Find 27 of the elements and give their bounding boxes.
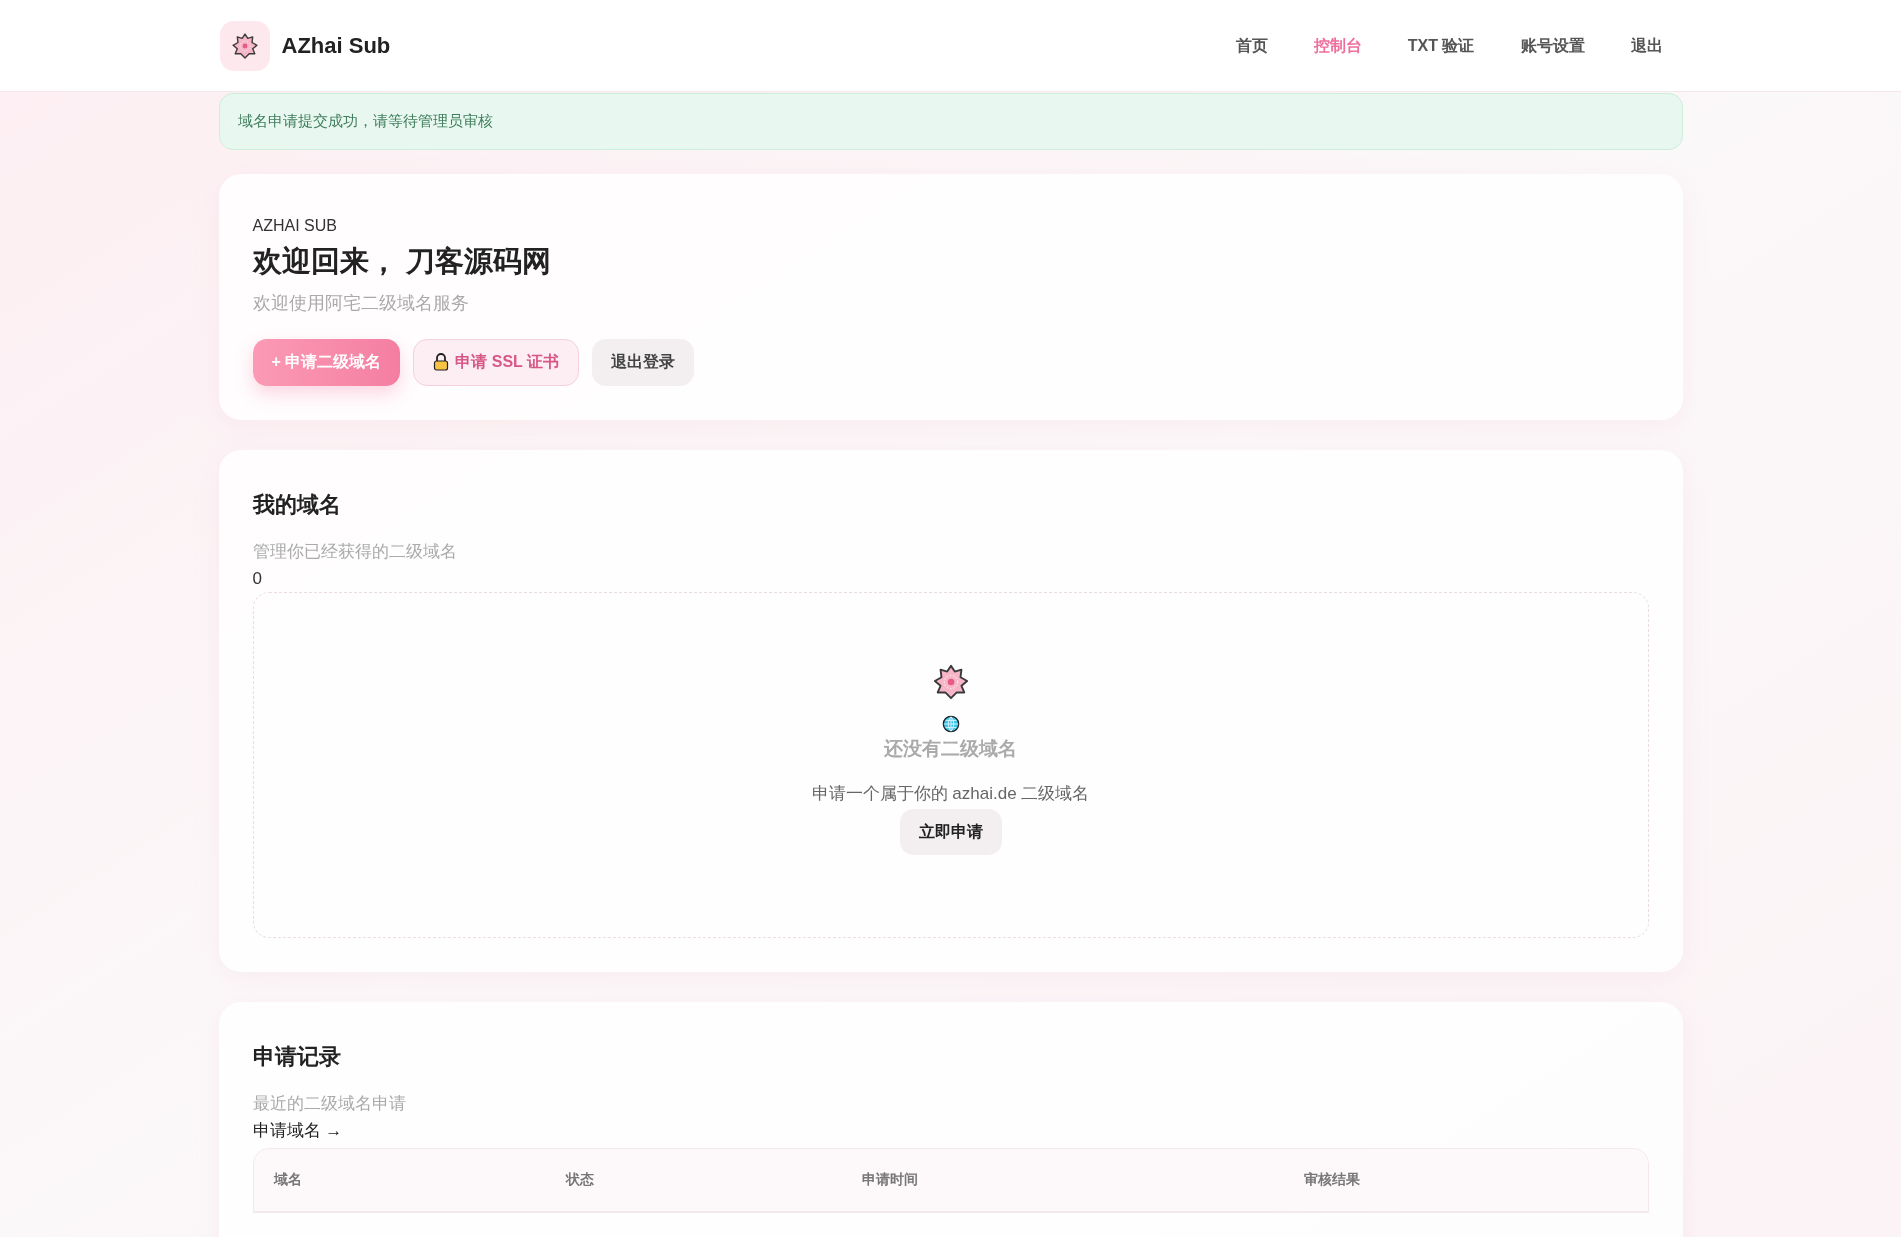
empty-text: 申请一个属于你的 azhai.de 二级域名 xyxy=(811,783,1090,805)
column-header: 状态 xyxy=(565,1170,595,1189)
column-header: 申请时间 xyxy=(861,1170,919,1189)
logout-button[interactable]: 退出登录 xyxy=(592,338,694,386)
apply-now-button[interactable]: 立即申请 xyxy=(899,808,1002,855)
logo-icon xyxy=(219,20,270,71)
section-title: 我的域名 xyxy=(252,490,342,519)
nav-link[interactable]: TXT 验证 xyxy=(1388,25,1494,66)
nav-link[interactable]: 首页 xyxy=(1216,25,1287,66)
section-subtitle: 最近的二级域名申请 xyxy=(252,1092,407,1115)
welcome-title: 欢迎回来， 刀客源码网 xyxy=(252,244,552,279)
welcome-subtitle: 欢迎使用阿宅二级域名服务 xyxy=(252,291,470,315)
empty-title: 还没有二级域名 xyxy=(884,736,1017,761)
globe-icon xyxy=(941,714,960,733)
column-header: 域名 xyxy=(273,1170,303,1189)
nav-link[interactable]: 退出 xyxy=(1611,25,1682,66)
brand-name: AZhai Sub xyxy=(281,32,391,60)
blossom-icon xyxy=(931,662,970,701)
nav-link[interactable]: 账号设置 xyxy=(1501,25,1604,66)
apply-domain-link[interactable]: 申请域名 → xyxy=(252,1118,343,1144)
eyebrow-text: AZHAI SUB xyxy=(252,216,338,236)
section-title: 申请记录 xyxy=(252,1042,342,1071)
domain-count: 0 xyxy=(252,568,263,590)
lock-icon xyxy=(433,353,450,371)
section-subtitle: 管理你已经获得的二级域名 xyxy=(252,540,458,563)
column-header: 审核结果 xyxy=(1303,1170,1361,1189)
success-alert: 域名申请提交成功，请等待管理员审核 xyxy=(218,93,1683,150)
